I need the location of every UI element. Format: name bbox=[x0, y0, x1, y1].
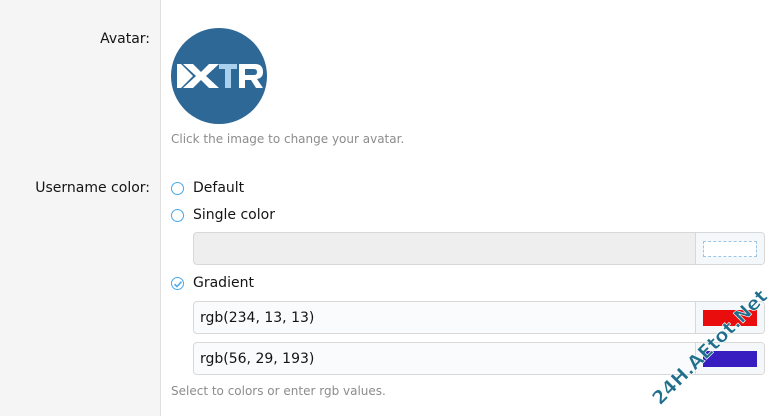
color-hint: Select to colors or enter rgb values. bbox=[171, 384, 386, 398]
username-color-label: Username color: bbox=[35, 180, 150, 196]
label-column bbox=[0, 0, 161, 416]
radio-checked-icon[interactable] bbox=[171, 276, 184, 290]
avatar-image[interactable] bbox=[171, 28, 267, 124]
gradient-color-field-2[interactable]: rgb(56, 29, 193) bbox=[193, 342, 765, 375]
single-color-input[interactable] bbox=[194, 233, 695, 264]
gradient-color-picker-1[interactable] bbox=[695, 302, 764, 333]
radio-gradient-label: Gradient bbox=[193, 275, 254, 291]
color-swatch-blue[interactable] bbox=[703, 350, 757, 367]
single-color-picker[interactable] bbox=[695, 233, 764, 264]
gradient-color-input-2[interactable]: rgb(56, 29, 193) bbox=[194, 343, 695, 374]
radio-single-color-label: Single color bbox=[193, 207, 275, 223]
gradient-color-field-1[interactable]: rgb(234, 13, 13) bbox=[193, 301, 765, 334]
single-color-field[interactable] bbox=[193, 232, 765, 265]
gradient-color-input-1[interactable]: rgb(234, 13, 13) bbox=[194, 302, 695, 333]
gradient-color-picker-2[interactable] bbox=[695, 343, 764, 374]
radio-circle-icon[interactable] bbox=[171, 181, 184, 195]
radio-gradient[interactable]: Gradient bbox=[171, 273, 254, 293]
radio-default[interactable]: Default bbox=[171, 178, 244, 198]
avatar-hint: Click the image to change your avatar. bbox=[171, 132, 405, 146]
radio-single-color[interactable]: Single color bbox=[171, 205, 275, 225]
xtr-logo-icon bbox=[177, 64, 263, 88]
watermark: 24H.AEtot.Net bbox=[648, 285, 773, 410]
avatar-label: Avatar: bbox=[100, 31, 150, 47]
color-swatch-empty[interactable] bbox=[703, 240, 757, 257]
radio-default-label: Default bbox=[193, 180, 245, 196]
radio-circle-icon[interactable] bbox=[171, 208, 184, 222]
color-swatch-red[interactable] bbox=[703, 309, 757, 326]
